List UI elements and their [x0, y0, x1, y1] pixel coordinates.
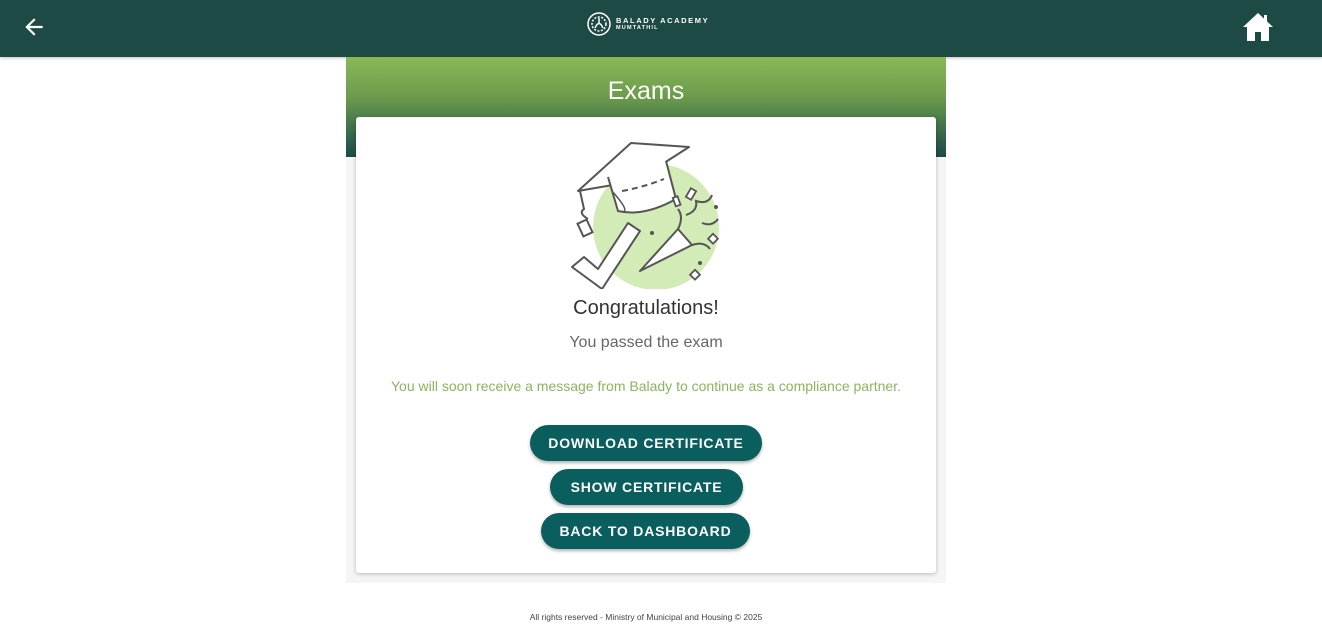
top-app-bar: BALADY ACADEMY MUMTATHIL: [0, 0, 1322, 57]
footer-copyright: All rights reserved - Ministry of Munici…: [529, 612, 763, 622]
congratulations-heading: Congratulations!: [573, 297, 719, 319]
back-button[interactable]: [20, 13, 48, 41]
compliance-message: You will soon receive a message from Bal…: [391, 378, 901, 394]
logo-title: BALADY ACADEMY: [616, 15, 710, 25]
download-certificate-button[interactable]: DOWNLOAD CERTIFICATE: [530, 425, 762, 461]
logo-emblem-icon: [587, 12, 611, 36]
balady-academy-logo: BALADY ACADEMY MUMTATHIL: [587, 11, 709, 37]
arrow-left-icon: [25, 18, 43, 36]
show-certificate-button[interactable]: SHOW CERTIFICATE: [550, 469, 743, 505]
logo-subtitle: MUMTATHIL: [616, 25, 659, 31]
exam-result-panel: Exams Congratulations! You passed the ex…: [346, 57, 946, 583]
back-to-dashboard-button[interactable]: BACK TO DASHBOARD: [541, 513, 750, 549]
graduation-celebration-icon: [571, 142, 720, 289]
home-button[interactable]: [1241, 11, 1275, 43]
home-icon: [1243, 13, 1273, 41]
exam-status-text: You passed the exam: [569, 334, 723, 351]
result-card: Congratulations! You passed the exam You…: [356, 117, 936, 573]
page-title: Exams: [607, 77, 685, 105]
